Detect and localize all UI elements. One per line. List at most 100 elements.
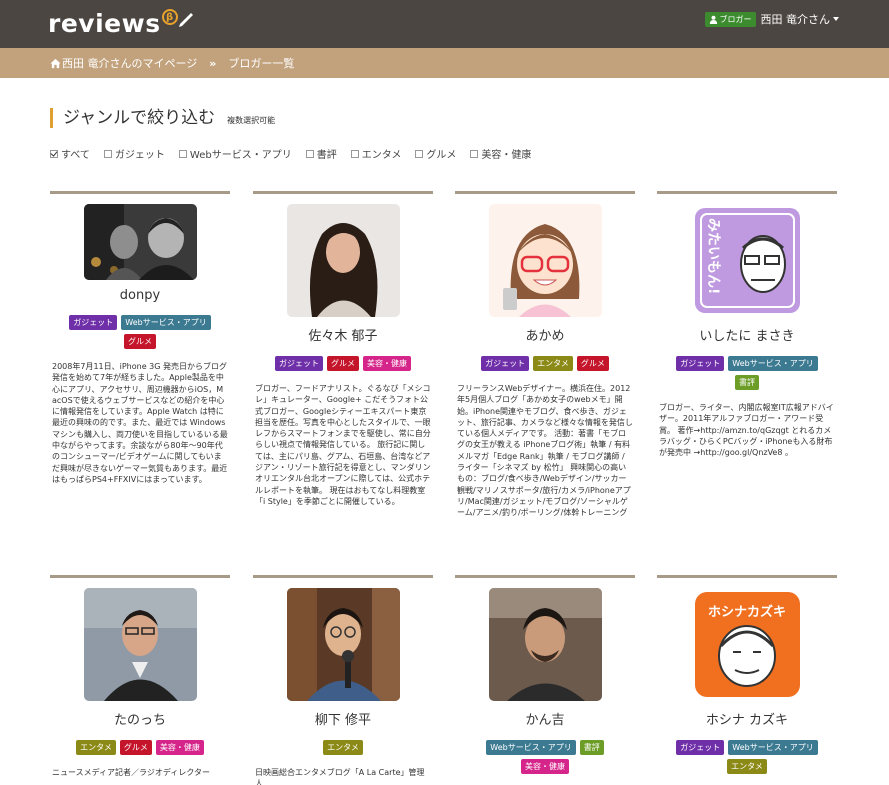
filter-label: グルメ bbox=[426, 150, 457, 161]
blogger-name[interactable]: いしたに まさき bbox=[657, 325, 837, 344]
blogger-description: ニュースメディア記者／ラジオディレクター bbox=[52, 768, 210, 777]
tag-book-review[interactable]: 書評 bbox=[735, 375, 759, 390]
site-logo[interactable]: reviews β bbox=[48, 6, 196, 40]
tag-gadget[interactable]: ガジェット bbox=[676, 740, 725, 755]
avatar[interactable] bbox=[286, 204, 400, 317]
filter-web-service[interactable]: Webサービス・アプリ bbox=[178, 146, 292, 161]
blogger-description: ブロガー、フードアナリスト。ぐるなび「メシコレ」キュレーター、Google+ こ… bbox=[255, 384, 431, 506]
tag-gourmet[interactable]: グルメ bbox=[576, 356, 609, 371]
breadcrumb: 西田 竜介さんのマイページ » ブロガー一覧 bbox=[0, 48, 889, 78]
multi-select-note: 複数選択可能 bbox=[227, 116, 276, 125]
filter-entertainment[interactable]: エンタメ bbox=[350, 146, 402, 161]
home-icon bbox=[50, 58, 61, 68]
blogger-name[interactable]: 佐々木 郁子 bbox=[253, 325, 433, 344]
checkbox[interactable] bbox=[305, 149, 314, 158]
blogger-card-ishitani[interactable]: みたいもん! いしたに まさき ガジェット Webサービス・アプリ 書評 ブロガ… bbox=[657, 191, 837, 458]
user-name: 西田 竜介さん bbox=[760, 13, 831, 26]
top-navbar: reviews β ブロガー 西田 竜介さん bbox=[0, 0, 889, 48]
filter-label: すべて bbox=[61, 150, 90, 161]
blogger-name[interactable]: ホシナ カズキ bbox=[657, 709, 837, 728]
tag-gourmet[interactable]: グルメ bbox=[119, 740, 152, 755]
filter-label: 書評 bbox=[316, 150, 337, 161]
tag-web-service[interactable]: Webサービス・アプリ bbox=[486, 740, 576, 755]
blogger-name[interactable]: たのっち bbox=[50, 709, 230, 728]
breadcrumb-mypage-link[interactable]: 西田 竜介さんのマイページ bbox=[62, 55, 197, 71]
avatar-logo-text: みたいもん! bbox=[705, 218, 721, 294]
avatar[interactable]: ホシナカズキ bbox=[690, 588, 804, 701]
chevron-down-icon bbox=[833, 17, 839, 21]
avatar[interactable] bbox=[488, 588, 602, 701]
tag-entertainment[interactable]: エンタメ bbox=[727, 759, 767, 774]
blogger-card-akame[interactable]: あかめ ガジェット エンタメ グルメ フリーランスWebデザイナー。横浜在住。2… bbox=[455, 191, 635, 519]
tag-entertainment[interactable]: エンタメ bbox=[533, 356, 573, 371]
tag-entertainment[interactable]: エンタメ bbox=[323, 740, 363, 755]
genre-tags: エンタメ bbox=[253, 740, 433, 755]
filter-book-review[interactable]: 書評 bbox=[305, 146, 337, 161]
role-badge: ブロガー bbox=[704, 11, 756, 27]
page-title: ジャンルで絞り込む bbox=[63, 108, 216, 128]
person-icon bbox=[709, 15, 717, 24]
filter-label: 美容・健康 bbox=[481, 150, 532, 161]
genre-tags: Webサービス・アプリ 書評 美容・健康 bbox=[455, 740, 635, 774]
tag-gadget[interactable]: ガジェット bbox=[481, 356, 530, 371]
breadcrumb-separator: » bbox=[209, 56, 217, 70]
blogger-description: 日映画総合エンタメブログ「A La Carte」管理人 bbox=[255, 768, 425, 785]
tag-web-service[interactable]: Webサービス・アプリ bbox=[121, 315, 211, 330]
tag-gadget[interactable]: ガジェット bbox=[275, 356, 323, 371]
checkbox[interactable] bbox=[350, 149, 359, 158]
filter-label: エンタメ bbox=[361, 150, 402, 161]
genre-tags: ガジェット Webサービス・アプリ グルメ bbox=[50, 315, 230, 349]
checkbox[interactable] bbox=[103, 149, 112, 158]
tag-beauty-health[interactable]: 美容・健康 bbox=[155, 740, 204, 755]
checkbox[interactable] bbox=[470, 149, 479, 158]
blogger-card-hoshina[interactable]: ホシナカズキ ホシナ カズキ ガジェット Webサービス・アプリ エンタメ bbox=[657, 575, 837, 785]
filter-gourmet[interactable]: グルメ bbox=[415, 146, 456, 161]
avatar[interactable] bbox=[83, 588, 197, 701]
blogger-description: フリーランスWebデザイナー。横浜在住。2012年5月個人ブログ「あかめ女子のw… bbox=[457, 384, 633, 518]
blogger-name[interactable]: donpy bbox=[50, 288, 230, 303]
blogger-card-tanocchi[interactable]: たのっち エンタメ グルメ 美容・健康 ニュースメディア記者／ラジオディレクター bbox=[50, 575, 230, 778]
genre-filter-heading: ジャンルで絞り込む 複数選択可能 bbox=[50, 108, 275, 128]
pen-icon bbox=[178, 13, 193, 27]
genre-filters: すべて ガジェット Webサービス・アプリ 書評 エンタメ グルメ 美容・健康 bbox=[50, 146, 545, 161]
avatar[interactable] bbox=[286, 588, 400, 701]
tag-gadget[interactable]: ガジェット bbox=[69, 315, 118, 330]
user-menu[interactable]: ブロガー 西田 竜介さん bbox=[704, 11, 839, 27]
tag-book-review[interactable]: 書評 bbox=[579, 740, 604, 755]
tag-gourmet[interactable]: グルメ bbox=[327, 356, 359, 371]
filter-all[interactable]: すべて bbox=[50, 146, 90, 161]
checkbox[interactable] bbox=[415, 149, 424, 158]
avatar-logo-text: ホシナカズキ bbox=[707, 604, 785, 620]
checkbox[interactable] bbox=[178, 149, 187, 158]
blogger-description: ブロガー、ライター、内閣広報室IT広報アドバイザー。2011年アルファブロガー・… bbox=[659, 403, 834, 458]
blogger-card-yanagishita[interactable]: 柳下 修平 エンタメ 日映画総合エンタメブログ「A La Carte」管理人 bbox=[253, 575, 433, 785]
filter-gadget[interactable]: ガジェット bbox=[103, 146, 165, 161]
avatar[interactable]: みたいもん! bbox=[690, 204, 804, 317]
logo-text: reviews bbox=[48, 8, 161, 38]
tag-web-service[interactable]: Webサービス・アプリ bbox=[728, 356, 818, 371]
blogger-description: 2008年7月11日、iPhone 3G 発売日からブログ発信を始めて7年が経ち… bbox=[52, 362, 228, 484]
tag-beauty-health[interactable]: 美容・健康 bbox=[363, 356, 411, 371]
blogger-card-kankichi[interactable]: かん吉 Webサービス・アプリ 書評 美容・健康 bbox=[455, 575, 635, 785]
blogger-name[interactable]: かん吉 bbox=[455, 709, 635, 728]
blogger-card-donpy[interactable]: donpy ガジェット Webサービス・アプリ グルメ 2008年7月11日、i… bbox=[50, 191, 230, 485]
tag-gourmet[interactable]: グルメ bbox=[124, 334, 156, 349]
genre-tags: ガジェット グルメ 美容・健康 bbox=[253, 356, 433, 371]
tag-web-service[interactable]: Webサービス・アプリ bbox=[728, 740, 818, 755]
filter-label: Webサービス・アプリ bbox=[189, 150, 292, 161]
tag-entertainment[interactable]: エンタメ bbox=[76, 740, 116, 755]
genre-tags: ガジェット Webサービス・アプリ エンタメ bbox=[657, 740, 837, 774]
tag-gadget[interactable]: ガジェット bbox=[676, 356, 725, 371]
blogger-name[interactable]: 柳下 修平 bbox=[253, 709, 433, 728]
filter-label: ガジェット bbox=[114, 150, 165, 161]
role-badge-label: ブロガー bbox=[719, 14, 752, 24]
avatar[interactable] bbox=[488, 204, 602, 317]
filter-beauty-health[interactable]: 美容・健康 bbox=[470, 146, 531, 161]
blogger-card-sasaki[interactable]: 佐々木 郁子 ガジェット グルメ 美容・健康 ブロガー、フードアナリスト。ぐるな… bbox=[253, 191, 433, 507]
blogger-name[interactable]: あかめ bbox=[455, 325, 635, 344]
breadcrumb-current: ブロガー一覧 bbox=[228, 57, 295, 70]
checkbox[interactable] bbox=[50, 149, 58, 158]
avatar[interactable] bbox=[83, 204, 197, 280]
tag-beauty-health[interactable]: 美容・健康 bbox=[521, 759, 569, 774]
genre-tags: エンタメ グルメ 美容・健康 bbox=[50, 740, 230, 755]
